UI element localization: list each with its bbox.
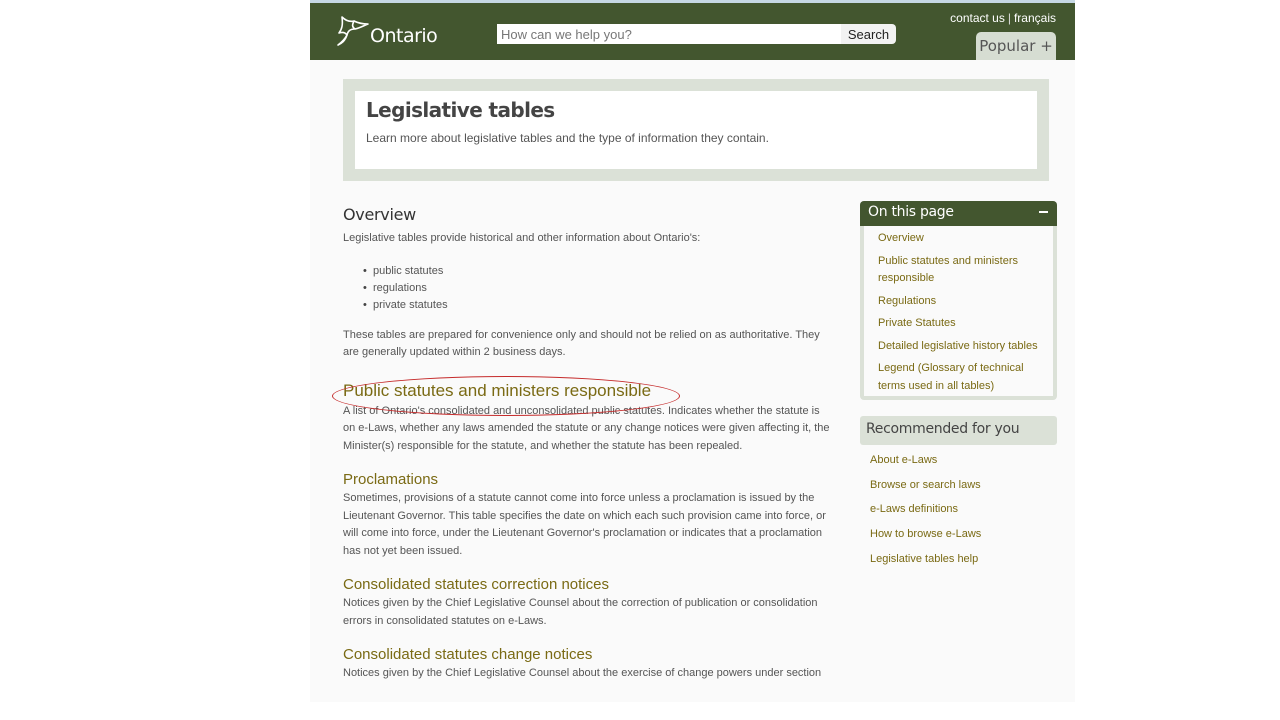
section-body-proclamations: Sometimes, provisions of a statute canno…: [343, 492, 826, 557]
otp-link-overview[interactable]: Overview: [878, 230, 1045, 248]
rec-link-about-elaws[interactable]: About e-Laws: [870, 452, 981, 468]
section-heading-proclamations: Proclamations: [343, 471, 833, 488]
search-button[interactable]: Search: [841, 24, 896, 44]
trillium-icon: [337, 16, 369, 46]
section-heading-correction-notices: Consolidated statutes correction notices: [343, 576, 833, 593]
on-this-page-header: On this page: [860, 201, 1057, 226]
list-item: private statutes: [363, 297, 833, 314]
search-input[interactable]: [497, 24, 841, 44]
section-heading-change-notices: Consolidated statutes change notices: [343, 646, 833, 663]
rec-link-definitions[interactable]: e-Laws definitions: [870, 501, 981, 517]
correction-notices-link[interactable]: Consolidated statutes correction notices: [343, 576, 609, 593]
on-this-page-links: Overview Public statutes and ministers r…: [864, 226, 1053, 396]
site-header: Ontario Search contact us|français Popul…: [310, 3, 1075, 60]
recommended-header: Recommended for you: [860, 416, 1057, 445]
section-heading-public-statutes: Public statutes and ministers responsibl…: [343, 381, 833, 401]
otp-link-regulations[interactable]: Regulations: [878, 293, 1045, 311]
otp-link-public-statutes[interactable]: Public statutes and ministers responsibl…: [878, 253, 1045, 288]
recommended-links: About e-Laws Browse or search laws e-Law…: [870, 452, 981, 575]
utility-links: contact us | français: [950, 11, 1056, 25]
rec-link-tables-help[interactable]: Legislative tables help: [870, 551, 981, 567]
intro-panel: Legislative tables Learn more about legi…: [343, 79, 1049, 181]
page-title: Legislative tables: [366, 98, 555, 122]
francais-link[interactable]: français: [1014, 11, 1056, 25]
otp-link-detailed-history[interactable]: Detailed legislative history tables: [878, 338, 1045, 356]
rec-link-how-to-browse[interactable]: How to browse e-Laws: [870, 526, 981, 542]
rec-link-browse-search[interactable]: Browse or search laws: [870, 477, 981, 493]
collapse-minus-icon[interactable]: [1037, 205, 1051, 219]
change-notices-link[interactable]: Consolidated statutes change notices: [343, 646, 592, 663]
list-item: regulations: [363, 280, 833, 297]
section-body-public-statutes: A list of Ontario's consolidated and unc…: [343, 404, 830, 452]
recommended-title: Recommended for you: [866, 421, 1020, 437]
otp-link-legend[interactable]: Legend (Glossary of technical terms used…: [878, 360, 1045, 395]
logo-text: Ontario: [370, 25, 438, 47]
page-description: Learn more about legislative tables and …: [366, 131, 769, 145]
on-this-page-title: On this page: [868, 204, 954, 220]
overview-note: These tables are prepared for convenienc…: [343, 328, 820, 359]
page: Ontario Search contact us|français Popul…: [310, 0, 1075, 702]
overview-heading: Overview: [343, 205, 416, 224]
public-statutes-link[interactable]: Public statutes and ministers responsibl…: [343, 381, 651, 400]
section-body-correction-notices: Notices given by the Chief Legislative C…: [343, 597, 818, 627]
otp-link-private-statutes[interactable]: Private Statutes: [878, 315, 1045, 333]
overview-intro: Legislative tables provide historical an…: [343, 232, 701, 244]
popular-button[interactable]: Popular +: [976, 32, 1056, 60]
main-content: Overview Legislative tables provide hist…: [343, 205, 833, 683]
section-body-change-notices: Notices given by the Chief Legislative C…: [343, 667, 822, 679]
on-this-page-panel: On this page Overview Public statutes an…: [860, 201, 1057, 400]
intro-panel-inner: Legislative tables Learn more about legi…: [355, 91, 1037, 169]
contact-us-link[interactable]: contact us: [950, 11, 1005, 25]
list-item: public statutes: [363, 263, 833, 280]
proclamations-link[interactable]: Proclamations: [343, 471, 438, 488]
overview-list: public statutes regulations private stat…: [363, 263, 833, 314]
ontario-logo-link[interactable]: Ontario: [336, 15, 438, 47]
link-separator: |: [1007, 11, 1011, 25]
